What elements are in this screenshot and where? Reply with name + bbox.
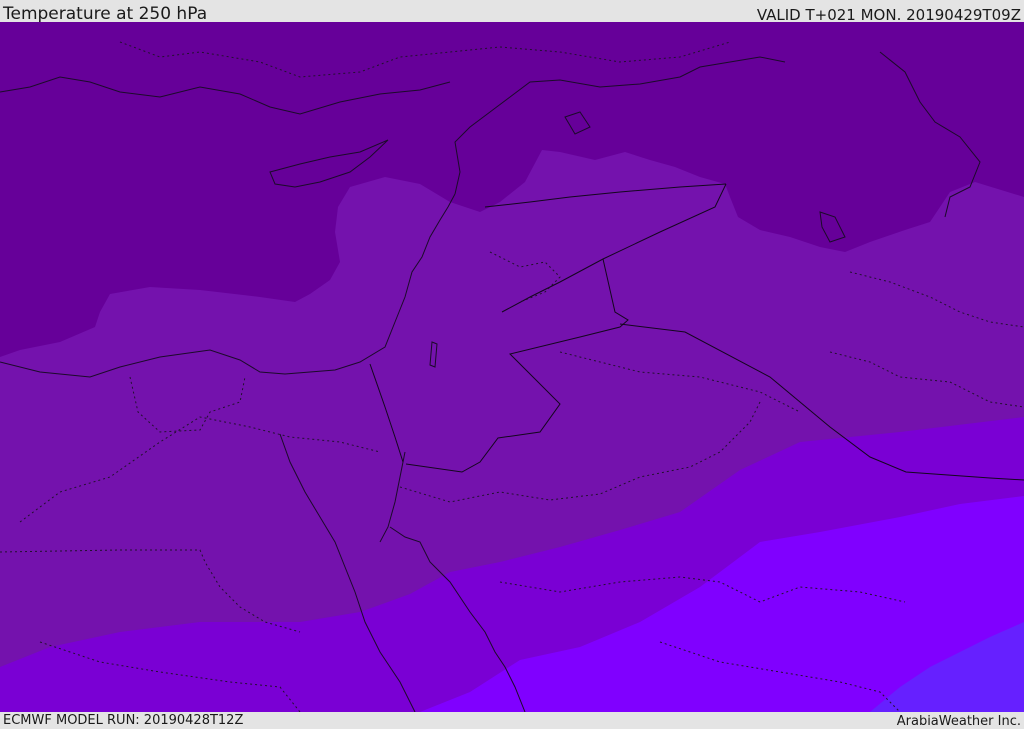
map-product-frame: Temperature at 250 hPa VALID T+021 MON. … (0, 0, 1024, 729)
provider-credit: ArabiaWeather Inc. (896, 714, 1021, 729)
header-bar: Temperature at 250 hPa VALID T+021 MON. … (0, 0, 1024, 24)
temperature-map (0, 22, 1024, 712)
footer-bar: ECMWF MODEL RUN: 20190428T12Z ArabiaWeat… (0, 712, 1024, 729)
model-run-label: ECMWF MODEL RUN: 20190428T12Z (3, 713, 244, 728)
